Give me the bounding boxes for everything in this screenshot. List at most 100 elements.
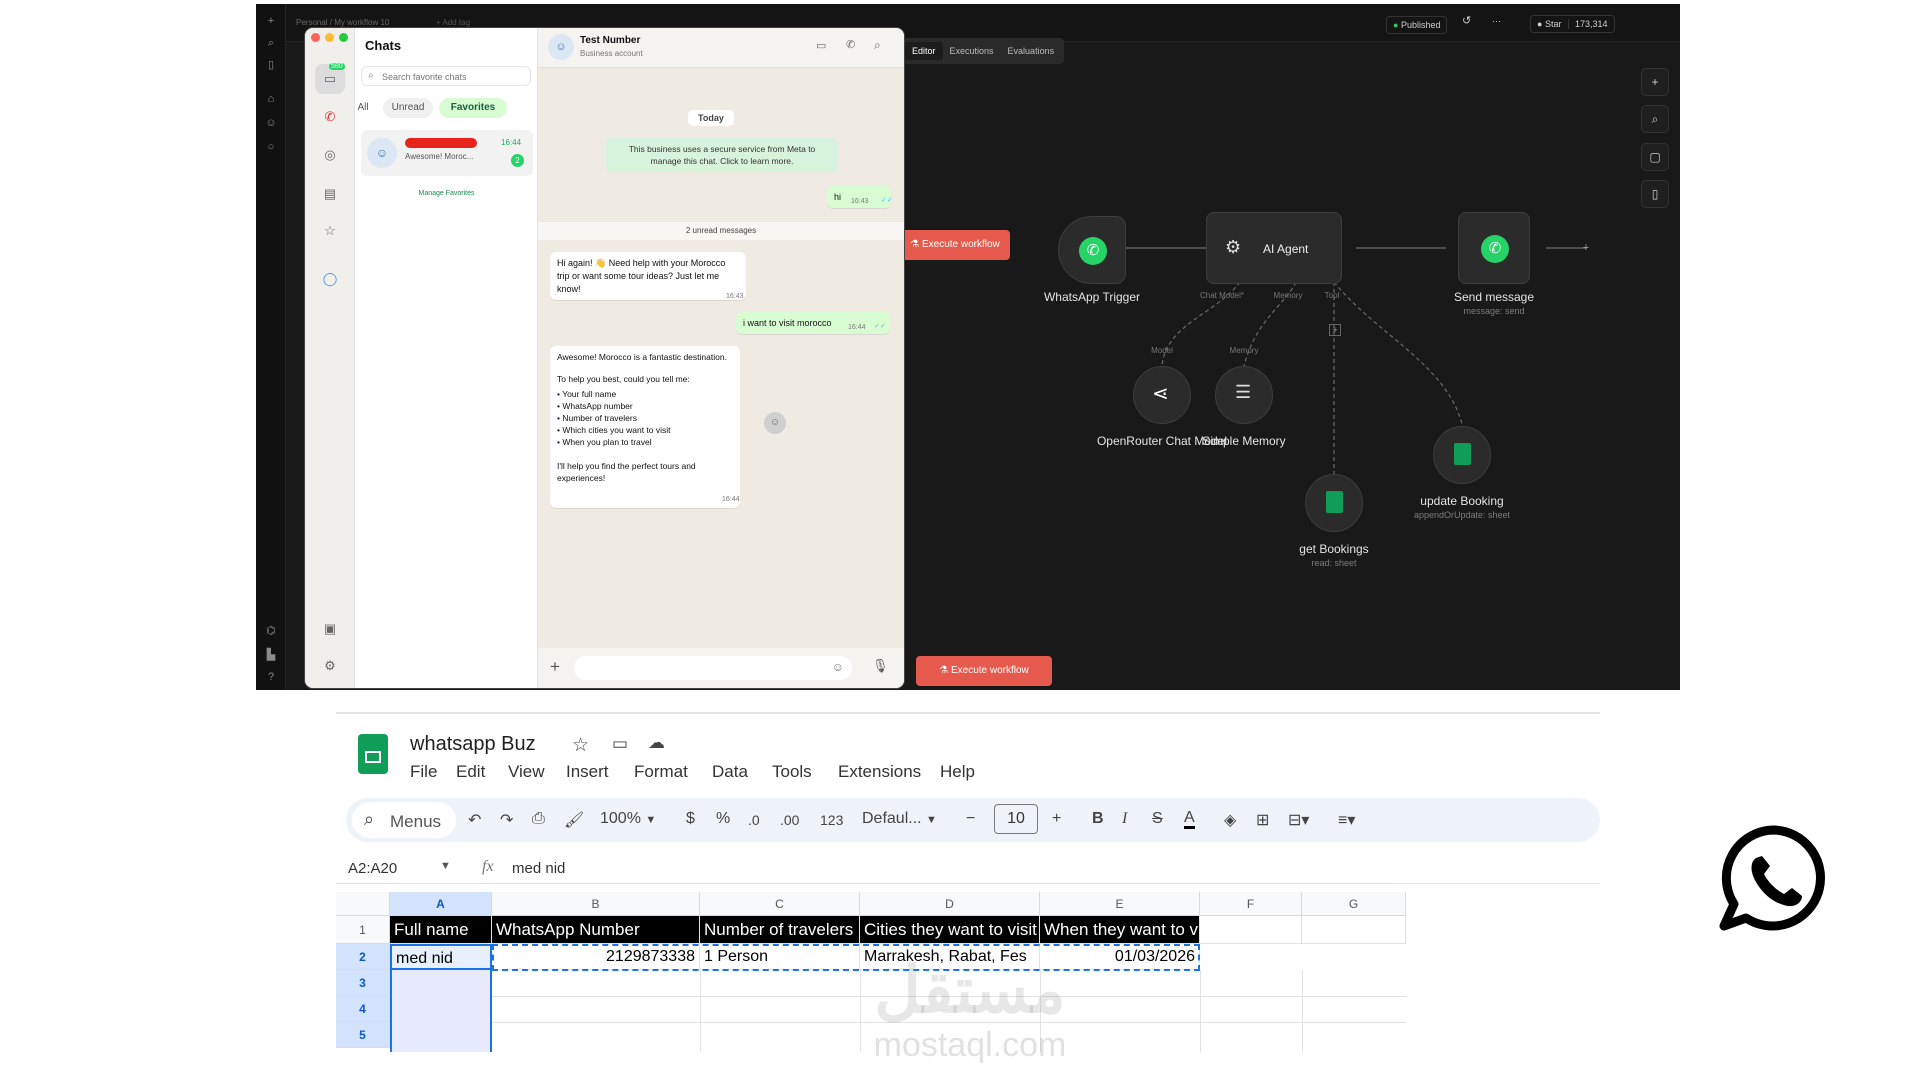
row-header-4[interactable]: 4 <box>336 996 390 1022</box>
zoom-select[interactable]: 100% ▼ <box>600 810 656 828</box>
column-header-d[interactable]: D <box>860 892 1040 916</box>
media-icon[interactable]: ▣ <box>319 618 341 640</box>
column-header-g[interactable]: G <box>1302 892 1406 916</box>
meta-ai-icon[interactable]: ◯ <box>319 268 341 290</box>
maximize-window-icon[interactable] <box>339 33 348 42</box>
search-chat-icon[interactable]: ⌕ <box>874 38 881 53</box>
whatsapp-trigger-node[interactable]: ✆ <box>1058 216 1126 284</box>
cell-c2[interactable]: 1 Person <box>700 944 860 970</box>
message-outgoing[interactable]: i want to visit morocco 16:44 ✓✓ <box>736 312 890 334</box>
message-input[interactable]: ☺ <box>574 656 852 680</box>
row-header-1[interactable]: 1 <box>336 916 390 944</box>
cell-c1[interactable]: Number of travelers <box>700 916 860 944</box>
merge-cells-icon[interactable]: ⊟▾ <box>1288 810 1309 830</box>
message-incoming[interactable]: Hi again! 👋 Need help with your Morocco … <box>550 252 746 300</box>
increase-decimal-button[interactable]: .00 <box>780 812 799 828</box>
status-icon[interactable]: ◎ <box>319 144 341 166</box>
filter-favorites[interactable]: Favorites <box>439 98 507 118</box>
video-call-icon[interactable]: ▭ <box>816 39 826 52</box>
decrease-decimal-button[interactable]: .0 <box>748 812 760 828</box>
column-header-c[interactable]: C <box>700 892 860 916</box>
chat-list-item[interactable]: ☺ 16:44 Awesome! Moroc... 2 <box>361 130 533 176</box>
send-message-node[interactable]: ✆ <box>1458 212 1530 284</box>
italic-icon[interactable]: I <box>1122 810 1127 828</box>
fill-color-icon[interactable]: ◈ <box>1224 810 1236 830</box>
execute-workflow-bottom-button[interactable]: ⚗ Execute workflow <box>916 656 1052 686</box>
voice-call-icon[interactable]: ✆ <box>846 38 855 51</box>
strikethrough-icon[interactable]: S <box>1152 810 1163 828</box>
sheets-logo-icon[interactable] <box>358 734 388 774</box>
select-all-corner[interactable] <box>336 892 390 916</box>
chevron-down-icon[interactable]: ▼ <box>440 860 451 872</box>
contact-name[interactable]: Test Number <box>580 35 640 46</box>
cell-e1[interactable]: When they want to visit <box>1040 916 1200 944</box>
cell-f1[interactable] <box>1200 916 1302 944</box>
update-booking-node[interactable] <box>1433 426 1491 484</box>
number-format-button[interactable]: 123 <box>820 812 843 828</box>
row-header-3[interactable]: 3 <box>336 970 390 996</box>
document-title[interactable]: whatsapp Buz <box>410 733 536 756</box>
ai-agent-node[interactable]: ⚙ AI Agent <box>1206 212 1342 284</box>
starred-icon[interactable]: ☆ <box>319 220 341 242</box>
menus-search[interactable]: ⌕ Menus <box>352 802 456 838</box>
column-header-f[interactable]: F <box>1200 892 1302 916</box>
borders-icon[interactable]: ⊞ <box>1256 810 1269 830</box>
column-header-e[interactable]: E <box>1040 892 1200 916</box>
react-emoji-icon[interactable]: ☺ <box>764 412 786 434</box>
menu-extensions[interactable]: Extensions <box>838 762 921 782</box>
print-icon[interactable]: ⎙ <box>532 810 545 828</box>
star-icon[interactable]: ☆ <box>572 734 589 757</box>
align-icon[interactable]: ≡▾ <box>1338 810 1355 830</box>
menu-view[interactable]: View <box>508 762 545 782</box>
row-header-2[interactable]: 2 <box>336 944 390 970</box>
get-bookings-node[interactable] <box>1305 474 1363 532</box>
menu-help[interactable]: Help <box>940 762 975 782</box>
attach-plus-icon[interactable]: + <box>550 657 560 677</box>
cell-b2[interactable]: 2129873338 <box>492 944 700 970</box>
currency-format-button[interactable]: $ <box>686 810 695 828</box>
font-select[interactable]: Defaul... ▼ <box>862 810 937 828</box>
add-tool-icon[interactable]: + <box>1329 324 1341 336</box>
openrouter-node[interactable]: ⋖ <box>1133 366 1191 424</box>
cell-b1[interactable]: WhatsApp Number <box>492 916 700 944</box>
close-window-icon[interactable] <box>311 33 320 42</box>
filter-unread[interactable]: Unread <box>383 98 433 118</box>
column-header-b[interactable]: B <box>492 892 700 916</box>
menu-file[interactable]: File <box>410 762 437 782</box>
cell-a2[interactable]: med nid <box>390 944 492 970</box>
cloud-status-icon[interactable]: ☁ <box>648 733 665 753</box>
cell-a1[interactable]: Full name <box>390 916 492 944</box>
menu-insert[interactable]: Insert <box>566 762 609 782</box>
bold-icon[interactable]: B <box>1092 810 1104 828</box>
meta-security-notice[interactable]: This business uses a secure service from… <box>606 138 838 172</box>
cell-d1[interactable]: Cities they want to visit <box>860 916 1040 944</box>
undo-icon[interactable]: ↶ <box>468 810 481 830</box>
increase-font-size-icon[interactable]: + <box>1052 810 1061 828</box>
name-box[interactable]: A2:A20 <box>348 860 397 877</box>
move-folder-icon[interactable]: ▭ <box>612 734 628 754</box>
font-size-input[interactable]: 10 <box>994 804 1038 834</box>
formula-input[interactable]: med nid <box>512 860 565 877</box>
menu-data[interactable]: Data <box>712 762 748 782</box>
selected-range-a3-a5[interactable] <box>390 970 492 1052</box>
emoji-icon[interactable]: ☺ <box>832 660 844 674</box>
manage-favorites-link[interactable]: Manage Favorites <box>355 190 538 197</box>
row-header-5[interactable]: 5 <box>336 1022 390 1048</box>
menu-format[interactable]: Format <box>634 762 688 782</box>
contact-avatar[interactable]: ☺ <box>548 34 574 60</box>
menu-tools[interactable]: Tools <box>772 762 812 782</box>
chat-search-field[interactable]: ⌕ Search favorite chats <box>361 66 531 86</box>
execute-workflow-button[interactable]: ⚗ Execute workflow <box>900 230 1010 260</box>
message-incoming-long[interactable]: Awesome! Morocco is a fantastic destinat… <box>550 346 740 508</box>
menu-edit[interactable]: Edit <box>456 762 485 782</box>
microphone-icon[interactable]: 🎙 <box>872 658 889 674</box>
column-header-a[interactable]: A <box>390 892 492 916</box>
minimize-window-icon[interactable] <box>325 33 334 42</box>
percent-format-button[interactable]: % <box>716 810 730 828</box>
archive-icon[interactable]: ▤ <box>319 183 341 205</box>
filter-all[interactable]: All <box>349 98 377 118</box>
decrease-font-size-icon[interactable]: − <box>966 810 975 828</box>
redo-icon[interactable]: ↷ <box>500 810 513 830</box>
message-outgoing[interactable]: hi 16:43 ✓✓ <box>827 186 893 208</box>
text-color-icon[interactable]: A <box>1184 810 1195 829</box>
